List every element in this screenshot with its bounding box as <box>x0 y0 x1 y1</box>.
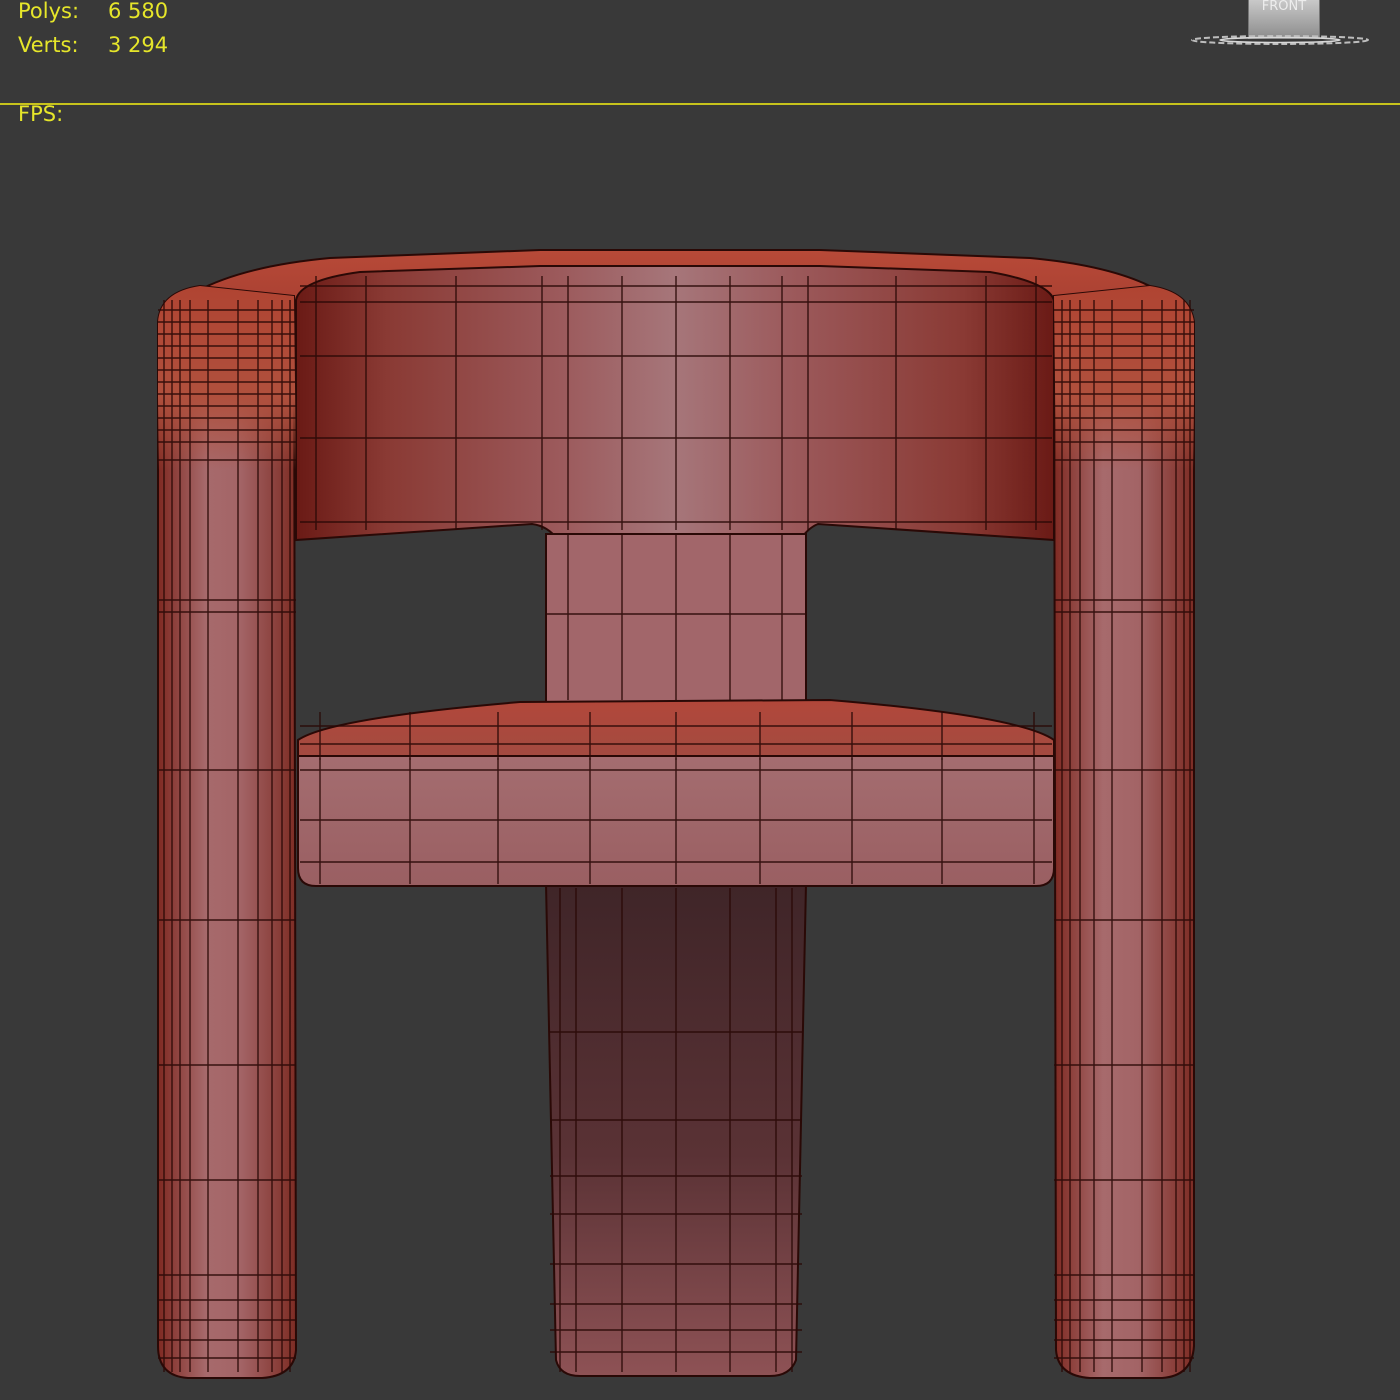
fps-readout: FPS: <box>18 102 63 126</box>
stats-separator <box>0 103 1400 105</box>
polys-row: Polys: 6 580 <box>18 0 168 28</box>
viewcube-compass-ring[interactable] <box>1188 33 1372 47</box>
viewport-front[interactable]: Polys: 6 580 Verts: 3 294 FPS: FRONT <box>0 0 1400 1400</box>
verts-label: Verts: <box>18 33 79 57</box>
verts-row: Verts: 3 294 <box>18 28 168 62</box>
fps-label: FPS: <box>18 102 64 126</box>
polys-label: Polys: <box>18 0 80 23</box>
verts-value: 3 294 <box>108 33 169 57</box>
scene-statistics: Polys: 6 580 Verts: 3 294 <box>18 0 168 62</box>
chair-mesh-wireframe[interactable] <box>0 0 1400 1400</box>
polys-value: 6 580 <box>108 0 169 23</box>
viewcube[interactable]: FRONT <box>1188 0 1372 52</box>
